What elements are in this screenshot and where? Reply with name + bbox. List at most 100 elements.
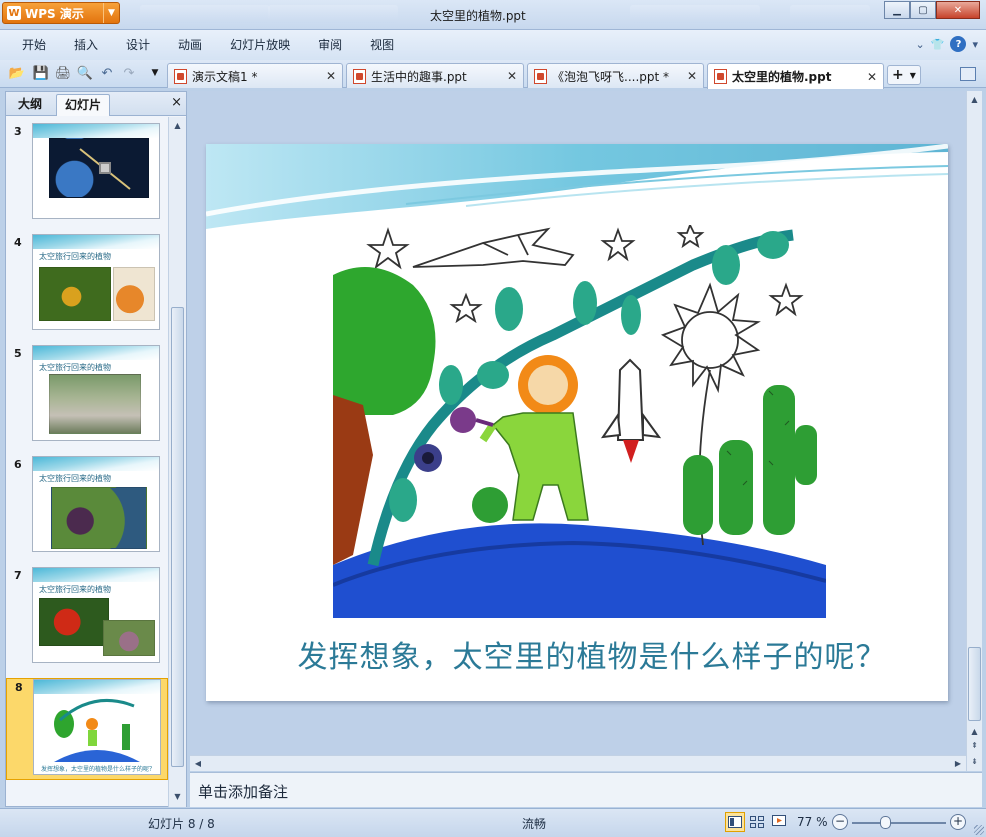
slide-title: 太空旅行回来的植物 [39,474,111,483]
redo-icon[interactable]: ↷ [120,64,138,82]
background-window-tab [140,5,270,23]
close-tab-icon[interactable]: ✕ [867,70,877,84]
ribbon-collapse-icon[interactable]: ⌄ [916,38,925,51]
notes-placeholder: 单击添加备注 [198,783,289,801]
scroll-up-icon[interactable]: ▲ [968,725,981,738]
slide-header-wave [206,144,948,229]
slide-navigation-pane: 大纲 幻灯片 × 3 4 太空旅行回来的植物 5 太空旅行回来的植物 6 太空旅… [5,91,187,807]
previous-slide-icon[interactable]: ⇞ [968,739,981,752]
doc-tab-3[interactable]: 《泡泡飞呀飞....ppt * ✕ [527,63,704,88]
print-preview-icon[interactable]: 🔍 [76,64,94,82]
thumbnail-list: 3 4 太空旅行回来的植物 5 太空旅行回来的植物 6 太空旅行回来的植物 7 … [6,117,168,807]
doc-tab-1[interactable]: 演示文稿1 * ✕ [167,63,343,88]
close-pane-icon[interactable]: × [171,95,182,110]
close-tab-icon[interactable]: ✕ [507,69,517,83]
slide-sorter-view-icon[interactable] [747,812,767,832]
scrollbar-thumb[interactable] [171,307,184,767]
slide-number: 7 [14,569,22,582]
help-dropdown-icon[interactable]: ▾ [972,38,978,51]
slide-preview: 太空旅行回来的植物 [32,234,160,330]
slide-preview: 太空旅行回来的植物 [32,567,160,663]
slide-editor[interactable]: 发挥想象，太空里的植物是什么样子的呢？ [190,91,966,755]
scroll-down-icon[interactable]: ▼ [171,790,184,803]
zoom-slider-handle[interactable] [880,816,891,829]
editor-horizontal-scrollbar[interactable]: ◀ ▶ [190,755,966,771]
scroll-right-icon[interactable]: ▶ [952,757,964,770]
zoom-in-button[interactable]: + [950,814,966,830]
menu-bar: 开始 插入 设计 动画 幻灯片放映 审阅 视图 ⌄ 👕 ? ▾ [0,30,986,60]
editor-vertical-scrollbar[interactable]: ▲ ▲ ⇞ ⇟ [966,91,982,771]
scroll-left-icon[interactable]: ◀ [192,757,204,770]
menu-insert[interactable]: 插入 [60,33,112,57]
wps-logo-icon: W [7,6,21,20]
close-window-button[interactable]: ✕ [936,1,980,19]
open-folder-icon[interactable]: 📂 [8,64,26,82]
background-window-tab [630,5,760,23]
space-satellite-image [49,138,149,198]
tab-outline[interactable]: 大纲 [10,94,50,116]
doc-tab-4-active[interactable]: 太空里的植物.ppt ✕ [707,63,884,89]
wps-app-menu-button[interactable]: W WPS 演示 ▼ [2,2,120,24]
print-icon[interactable]: 🖨 [54,64,72,82]
slide-header-wave [33,568,159,582]
slide-thumbnail-5[interactable]: 5 太空旅行回来的植物 [6,345,168,447]
current-slide[interactable]: 发挥想象，太空里的植物是什么样子的呢？ [206,144,948,701]
scroll-up-icon[interactable]: ▲ [968,93,981,106]
ppt-file-icon [353,68,366,84]
thumbnail-scrollbar[interactable]: ▲ ▼ [168,117,186,807]
task-pane-toggle-icon[interactable] [960,67,976,81]
window-title: 太空里的植物.ppt [430,9,526,23]
slide-number: 8 [15,681,23,694]
chevron-down-icon[interactable]: ▼ [103,3,119,23]
child-drawing-thumbnail [54,694,140,762]
status-bar: 幻灯片 8 / 8 流畅 77 % − + [0,808,986,837]
zoom-out-button[interactable]: − [832,814,848,830]
scrollbar-thumb[interactable] [968,647,981,721]
minimize-button[interactable]: ▁ [884,1,910,19]
background-window-tab [790,5,870,23]
scroll-up-icon[interactable]: ▲ [171,119,184,132]
customize-toolbar-icon[interactable]: ▼ [146,64,164,82]
maximize-button[interactable]: ▢ [910,1,936,19]
slide-caption-text[interactable]: 发挥想象，太空里的植物是什么样子的呢？ [206,632,948,676]
menu-review[interactable]: 审阅 [304,33,356,57]
close-tab-icon[interactable]: ✕ [326,69,336,83]
eggplant-photo [51,487,147,549]
slide-thumbnail-8[interactable]: 8 发挥想象，太空里的植物是什么样子的呢？ [6,678,168,780]
skin-shirt-icon[interactable]: 👕 [931,38,945,51]
close-tab-icon[interactable]: ✕ [687,69,697,83]
menu-slideshow[interactable]: 幻灯片放映 [216,33,304,57]
slide-title: 太空旅行回来的植物 [39,363,111,372]
slide-thumbnail-7[interactable]: 7 太空旅行回来的植物 [6,567,168,669]
slide-counter: 幻灯片 8 / 8 [148,817,215,831]
menu-view[interactable]: 视图 [356,33,408,57]
menu-animation[interactable]: 动画 [164,33,216,57]
normal-view-icon[interactable] [725,812,745,832]
greenhouse-people-photo [49,374,141,434]
menu-design[interactable]: 设计 [112,33,164,57]
help-icon[interactable]: ? [950,36,967,52]
pepper-photo [39,598,109,646]
next-slide-icon[interactable]: ⇟ [968,755,981,768]
ppt-file-icon [174,68,187,84]
slide-header-wave [33,346,159,360]
new-tab-button[interactable]: + ▼ [887,65,921,85]
tab-slides[interactable]: 幻灯片 [56,94,111,116]
save-icon[interactable]: 💾 [32,64,50,82]
slide-thumbnail-4[interactable]: 4 太空旅行回来的植物 [6,234,168,336]
slideshow-view-icon[interactable] [769,812,789,832]
zoom-slider-track[interactable] [852,822,946,824]
vegetable-photo [103,620,155,656]
doc-tab-2[interactable]: 生活中的趣事.ppt ✕ [346,63,524,88]
undo-icon[interactable]: ↶ [98,64,116,82]
pumpkin-photo [113,267,155,321]
menu-home[interactable]: 开始 [8,33,60,57]
slide-thumbnail-3[interactable]: 3 [6,123,168,225]
pumpkin-photo [39,267,111,321]
chevron-down-icon[interactable]: ▼ [910,71,916,80]
wps-app-label: WPS 演示 [25,6,84,21]
resize-grip-icon[interactable] [974,825,984,835]
slide-thumbnail-6[interactable]: 6 太空旅行回来的植物 [6,456,168,558]
notes-pane[interactable]: 单击添加备注 [190,772,982,807]
window-controls: ▁ ▢ ✕ [884,1,980,19]
